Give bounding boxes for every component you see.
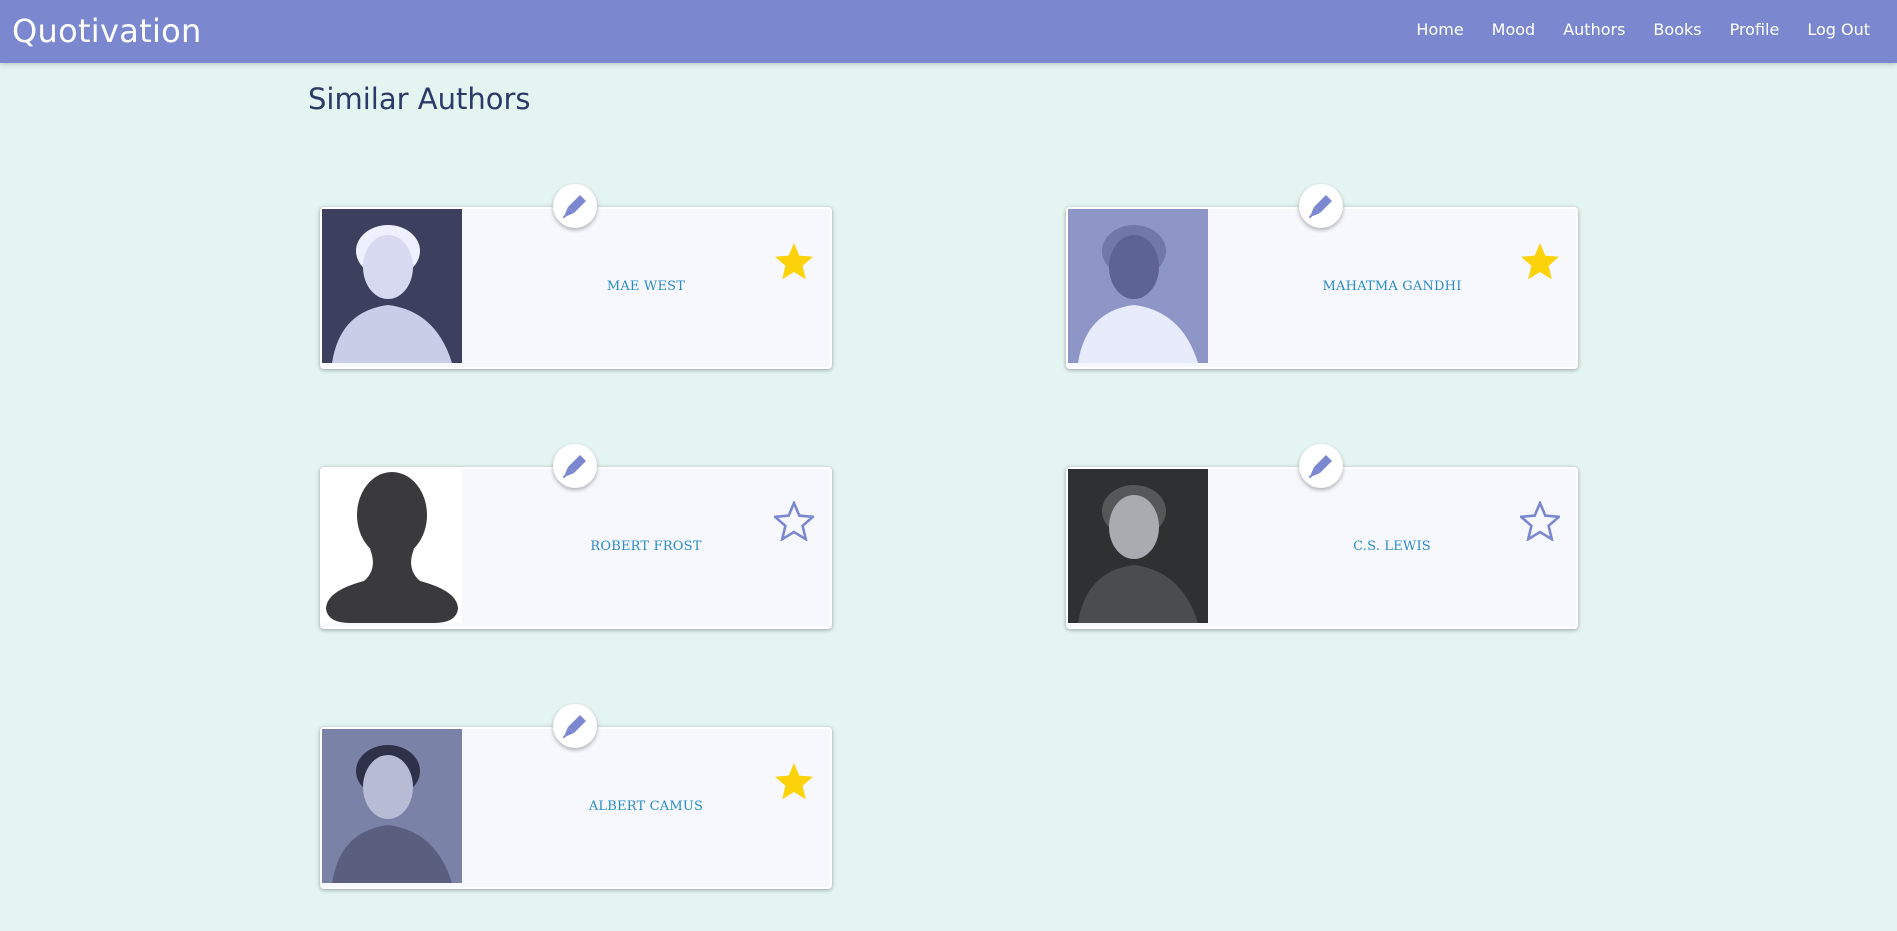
author-photo[interactable] <box>322 729 462 883</box>
author-photo[interactable] <box>1068 469 1208 623</box>
nav-books[interactable]: Books <box>1653 20 1701 39</box>
star-filled-icon[interactable] <box>774 761 814 801</box>
author-card-robert-frost[interactable]: ROBERT FROST <box>320 467 832 629</box>
pen-icon[interactable] <box>553 444 597 488</box>
nav-home[interactable]: Home <box>1416 20 1463 39</box>
star-filled-icon[interactable] <box>1520 241 1560 281</box>
pen-icon[interactable] <box>553 184 597 228</box>
pen-icon[interactable] <box>1299 184 1343 228</box>
author-name[interactable]: C.S. LEWIS <box>1208 539 1576 554</box>
page-title: Similar Authors <box>308 82 531 116</box>
star-outline-icon[interactable] <box>1517 499 1563 542</box>
author-name[interactable]: MAHATMA GANDHI <box>1208 279 1576 294</box>
brand-logo[interactable]: Quotivation <box>12 12 202 50</box>
author-photo[interactable] <box>322 209 462 363</box>
nav-links: Home Mood Authors Books Profile Log Out <box>1416 20 1870 39</box>
author-name[interactable]: MAE WEST <box>462 279 830 294</box>
star-filled-icon[interactable] <box>774 241 814 281</box>
author-name[interactable]: ALBERT CAMUS <box>462 799 830 814</box>
nav-logout[interactable]: Log Out <box>1807 20 1870 39</box>
author-photo[interactable] <box>1068 209 1208 363</box>
star-outline-icon[interactable] <box>771 499 817 542</box>
pen-icon[interactable] <box>553 704 597 748</box>
nav-profile[interactable]: Profile <box>1730 20 1780 39</box>
nav-mood[interactable]: Mood <box>1492 20 1536 39</box>
pen-icon[interactable] <box>1299 444 1343 488</box>
author-card-c-s-lewis[interactable]: C.S. LEWIS <box>1066 467 1578 629</box>
author-card-mahatma-gandhi[interactable]: MAHATMA GANDHI <box>1066 207 1578 369</box>
author-card-mae-west[interactable]: MAE WEST <box>320 207 832 369</box>
author-photo[interactable] <box>322 469 462 623</box>
navbar: Quotivation Home Mood Authors Books Prof… <box>0 0 1897 63</box>
author-card-albert-camus[interactable]: ALBERT CAMUS <box>320 727 832 889</box>
nav-authors[interactable]: Authors <box>1563 20 1625 39</box>
author-name[interactable]: ROBERT FROST <box>462 539 830 554</box>
